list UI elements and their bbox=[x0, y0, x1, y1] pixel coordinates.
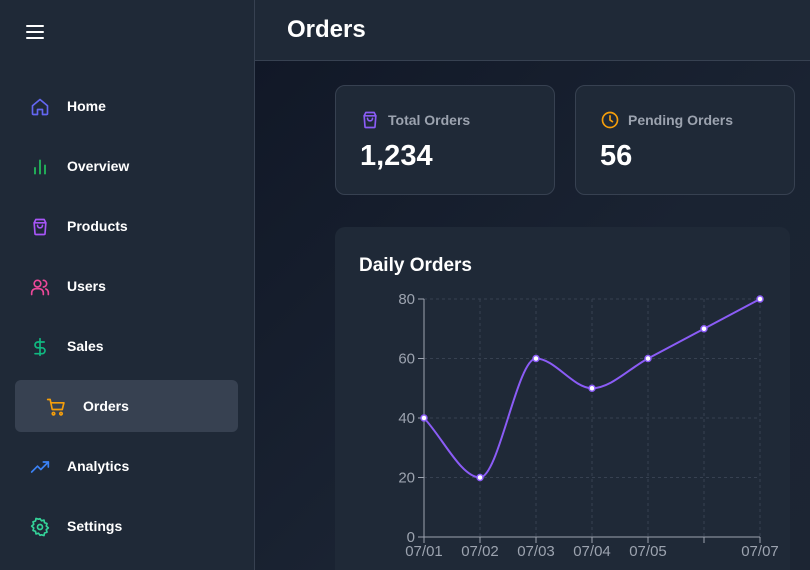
x-tick-label: 07/05 bbox=[629, 543, 667, 560]
x-tick-label: 07/07 bbox=[741, 543, 779, 560]
sidebar-item-orders[interactable]: Orders bbox=[15, 380, 238, 432]
sidebar-item-settings[interactable]: Settings bbox=[15, 500, 238, 552]
x-tick-label: 07/02 bbox=[461, 543, 499, 560]
total-orders-card: Total Orders 1,234 bbox=[335, 85, 555, 195]
x-tick-label: 07/04 bbox=[573, 543, 611, 560]
y-tick-label: 60 bbox=[398, 351, 415, 368]
trending-up-icon bbox=[30, 461, 50, 473]
pending-orders-card: Pending Orders 56 bbox=[575, 85, 795, 195]
daily-orders-chart-card: Daily Orders 0 20 40 60 80 07/01 07/02 07/03 07/… bbox=[335, 227, 790, 570]
bar-chart-icon bbox=[34, 159, 46, 175]
data-point bbox=[588, 384, 596, 392]
sidebar-item-label: Orders bbox=[83, 398, 129, 414]
sidebar-item-sales[interactable]: Sales bbox=[15, 320, 238, 372]
data-point bbox=[700, 325, 708, 333]
sidebar-item-overview[interactable]: Overview bbox=[15, 140, 238, 192]
sidebar-item-label: Settings bbox=[67, 518, 123, 534]
stat-label: Total Orders bbox=[388, 112, 471, 128]
data-point bbox=[532, 354, 540, 363]
sidebar-item-label: Sales bbox=[67, 338, 104, 354]
sidebar-item-label: Products bbox=[67, 218, 128, 234]
stat-label: Pending Orders bbox=[628, 112, 734, 128]
y-tick-label: 80 bbox=[398, 291, 415, 308]
stat-value: 1,234 bbox=[360, 140, 433, 172]
shopping-bag-icon bbox=[363, 111, 377, 129]
stat-value: 56 bbox=[600, 140, 633, 172]
y-tick-label: 20 bbox=[398, 470, 415, 487]
gear-icon bbox=[30, 517, 50, 537]
home-icon bbox=[31, 98, 49, 116]
data-point bbox=[476, 473, 484, 482]
data-point bbox=[420, 414, 428, 422]
sidebar-item-label: Analytics bbox=[67, 458, 130, 474]
main-content: Total Orders 1,234 Pending Orders 56 Dai… bbox=[255, 61, 810, 570]
clock-icon bbox=[601, 111, 619, 129]
sidebar-item-home[interactable]: Home bbox=[15, 80, 238, 132]
x-tick-label: 07/01 bbox=[405, 543, 443, 560]
daily-orders-chart: 02040608007/01 07/02 07/03 07/04 07/05 07/07 bbox=[398, 291, 779, 560]
users-icon bbox=[30, 279, 50, 296]
sidebar-item-users[interactable]: Users bbox=[15, 260, 238, 312]
dollar-icon bbox=[34, 337, 46, 357]
data-point bbox=[756, 295, 764, 303]
top-bar: Orders bbox=[255, 0, 810, 61]
sidebar-nav: Home Overview Products Users Sales Order… bbox=[15, 80, 238, 560]
page-title: Orders bbox=[287, 16, 366, 43]
x-tick-label: 07/03 bbox=[517, 543, 555, 560]
shopping-cart-icon bbox=[46, 398, 65, 416]
shopping-bag-icon bbox=[33, 218, 47, 236]
sidebar: Home Overview Products Users Sales Order… bbox=[0, 0, 255, 570]
sidebar-item-products[interactable]: Products bbox=[15, 200, 238, 252]
data-point bbox=[644, 354, 652, 363]
sidebar-item-label: Users bbox=[67, 278, 106, 294]
y-tick-label: 40 bbox=[398, 410, 415, 427]
sidebar-item-label: Home bbox=[67, 98, 106, 114]
sidebar-item-analytics[interactable]: Analytics bbox=[15, 440, 238, 492]
hamburger-icon[interactable] bbox=[24, 22, 46, 42]
sidebar-item-label: Overview bbox=[67, 158, 130, 174]
